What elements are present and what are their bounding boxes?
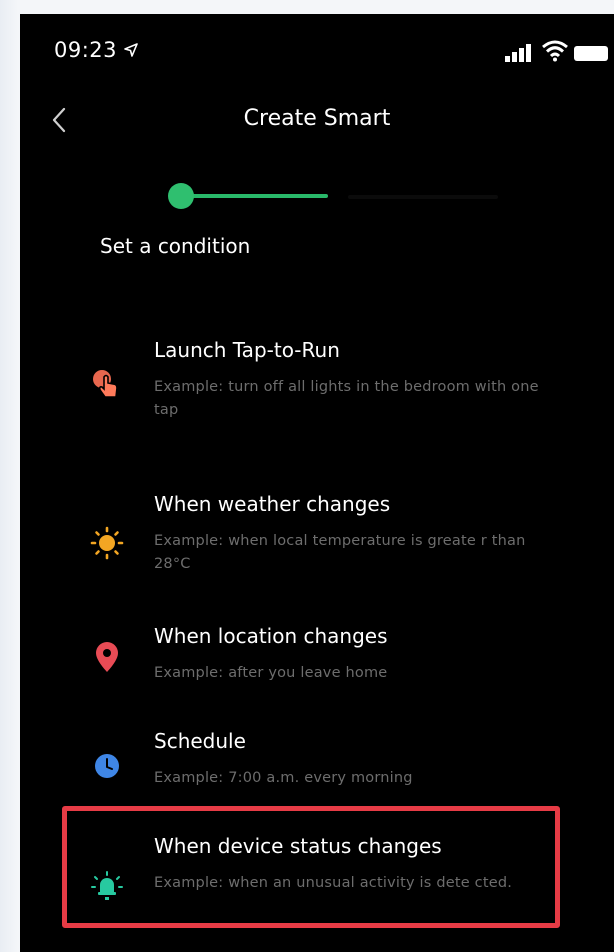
status-time: 09:23 [54, 38, 118, 62]
battery-icon [574, 46, 608, 61]
cellular-signal-icon [505, 44, 531, 62]
condition-description: Example: turn off all lights in the bedr… [154, 379, 539, 418]
condition-description: Example: after you leave home [154, 665, 388, 681]
step-progress [168, 182, 498, 212]
progress-track [348, 195, 498, 199]
condition-launch-tap-to-run[interactable]: Launch Tap-to-Run Example: turn off all … [84, 338, 590, 438]
tap-icon [93, 370, 118, 398]
condition-title: When location changes [154, 624, 388, 648]
clock-icon [95, 754, 119, 778]
condition-description: Example: when local temperature is great… [154, 533, 526, 572]
section-title: Set a condition [100, 234, 251, 258]
condition-location-changes[interactable]: When location changes Example: after you… [84, 624, 590, 694]
location-pin-icon [96, 642, 118, 672]
screen-background: 09:23 Create Smart Set a condition Launc… [0, 0, 614, 952]
wifi-icon [542, 40, 568, 62]
progress-knob [168, 183, 194, 209]
condition-title: When weather changes [154, 492, 391, 516]
location-arrow-icon [124, 43, 138, 57]
condition-description: Example: 7:00 a.m. every morning [154, 770, 413, 786]
page-title: Create Smart [243, 106, 391, 131]
condition-title: Launch Tap-to-Run [154, 338, 340, 362]
progress-fill [180, 194, 328, 198]
condition-weather-changes[interactable]: When weather changes Example: when local… [84, 492, 590, 592]
highlight-box [62, 806, 560, 928]
condition-title: Schedule [154, 729, 246, 753]
sun-icon [90, 526, 124, 560]
condition-schedule[interactable]: Schedule Example: 7:00 a.m. every mornin… [84, 729, 590, 799]
